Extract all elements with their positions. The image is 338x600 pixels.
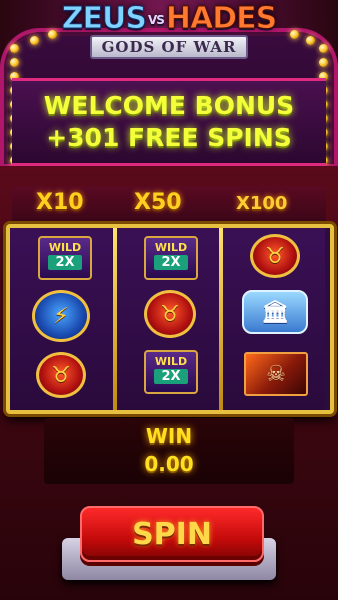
wild-symbol: WILD 2X [144, 236, 198, 280]
marquee-bulb [10, 58, 19, 67]
wild-multiplier: 2X [154, 369, 188, 384]
marquee-bulb [290, 30, 299, 39]
logo-title: ZEUS VSHADES [60, 1, 278, 37]
win-value: 0.00 [144, 452, 194, 476]
banner-line-2: +301 FREE SPINS [46, 123, 292, 152]
banner-line-1: WELCOME BONUS [43, 91, 295, 120]
welcome-banner: WELCOME BONUS +301 FREE SPINS [12, 78, 326, 166]
hades-monster-icon: ☠ [244, 352, 308, 396]
marquee-bulb [319, 44, 328, 53]
marquee-bulb [10, 44, 19, 53]
logo-zeus: ZEUS [61, 1, 147, 36]
spin-button[interactable]: SPIN [80, 506, 264, 562]
reel-frame: WILD 2X ⚡ ♉ WILD 2X ♉ WILD 2X ♉ 🏛 ☠ [6, 224, 334, 414]
marquee-bulb [319, 58, 328, 67]
multiplier-x10: X10 [36, 190, 84, 215]
wild-symbol: WILD 2X [38, 236, 92, 280]
bull-icon: ♉ [144, 290, 196, 338]
bull-icon: ♉ [250, 234, 300, 278]
wild-label: WILD [154, 355, 188, 368]
multiplier-x100: X100 [236, 193, 288, 214]
wild-multiplier: 2X [154, 255, 188, 270]
logo-subtitle: GODS OF WAR [89, 34, 249, 59]
logo-hades: HADES [165, 1, 277, 36]
lightning-icon: ⚡ [32, 290, 90, 342]
wild-label: WILD [154, 241, 188, 254]
temple-icon: 🏛 [242, 290, 308, 334]
bull-icon: ♉ [36, 352, 86, 398]
marquee-bulb [48, 30, 57, 39]
marquee-bulb [306, 36, 315, 45]
logo-vs: VS [147, 12, 165, 27]
game-logo: ZEUS VSHADES GODS OF WAR [60, 1, 278, 68]
wild-symbol: WILD 2X [144, 350, 198, 394]
win-label: WIN [145, 424, 193, 448]
marquee-bulb [30, 36, 39, 45]
wild-multiplier: 2X [48, 255, 82, 270]
multiplier-x50: X50 [134, 190, 182, 215]
wild-label: WILD [48, 241, 82, 254]
